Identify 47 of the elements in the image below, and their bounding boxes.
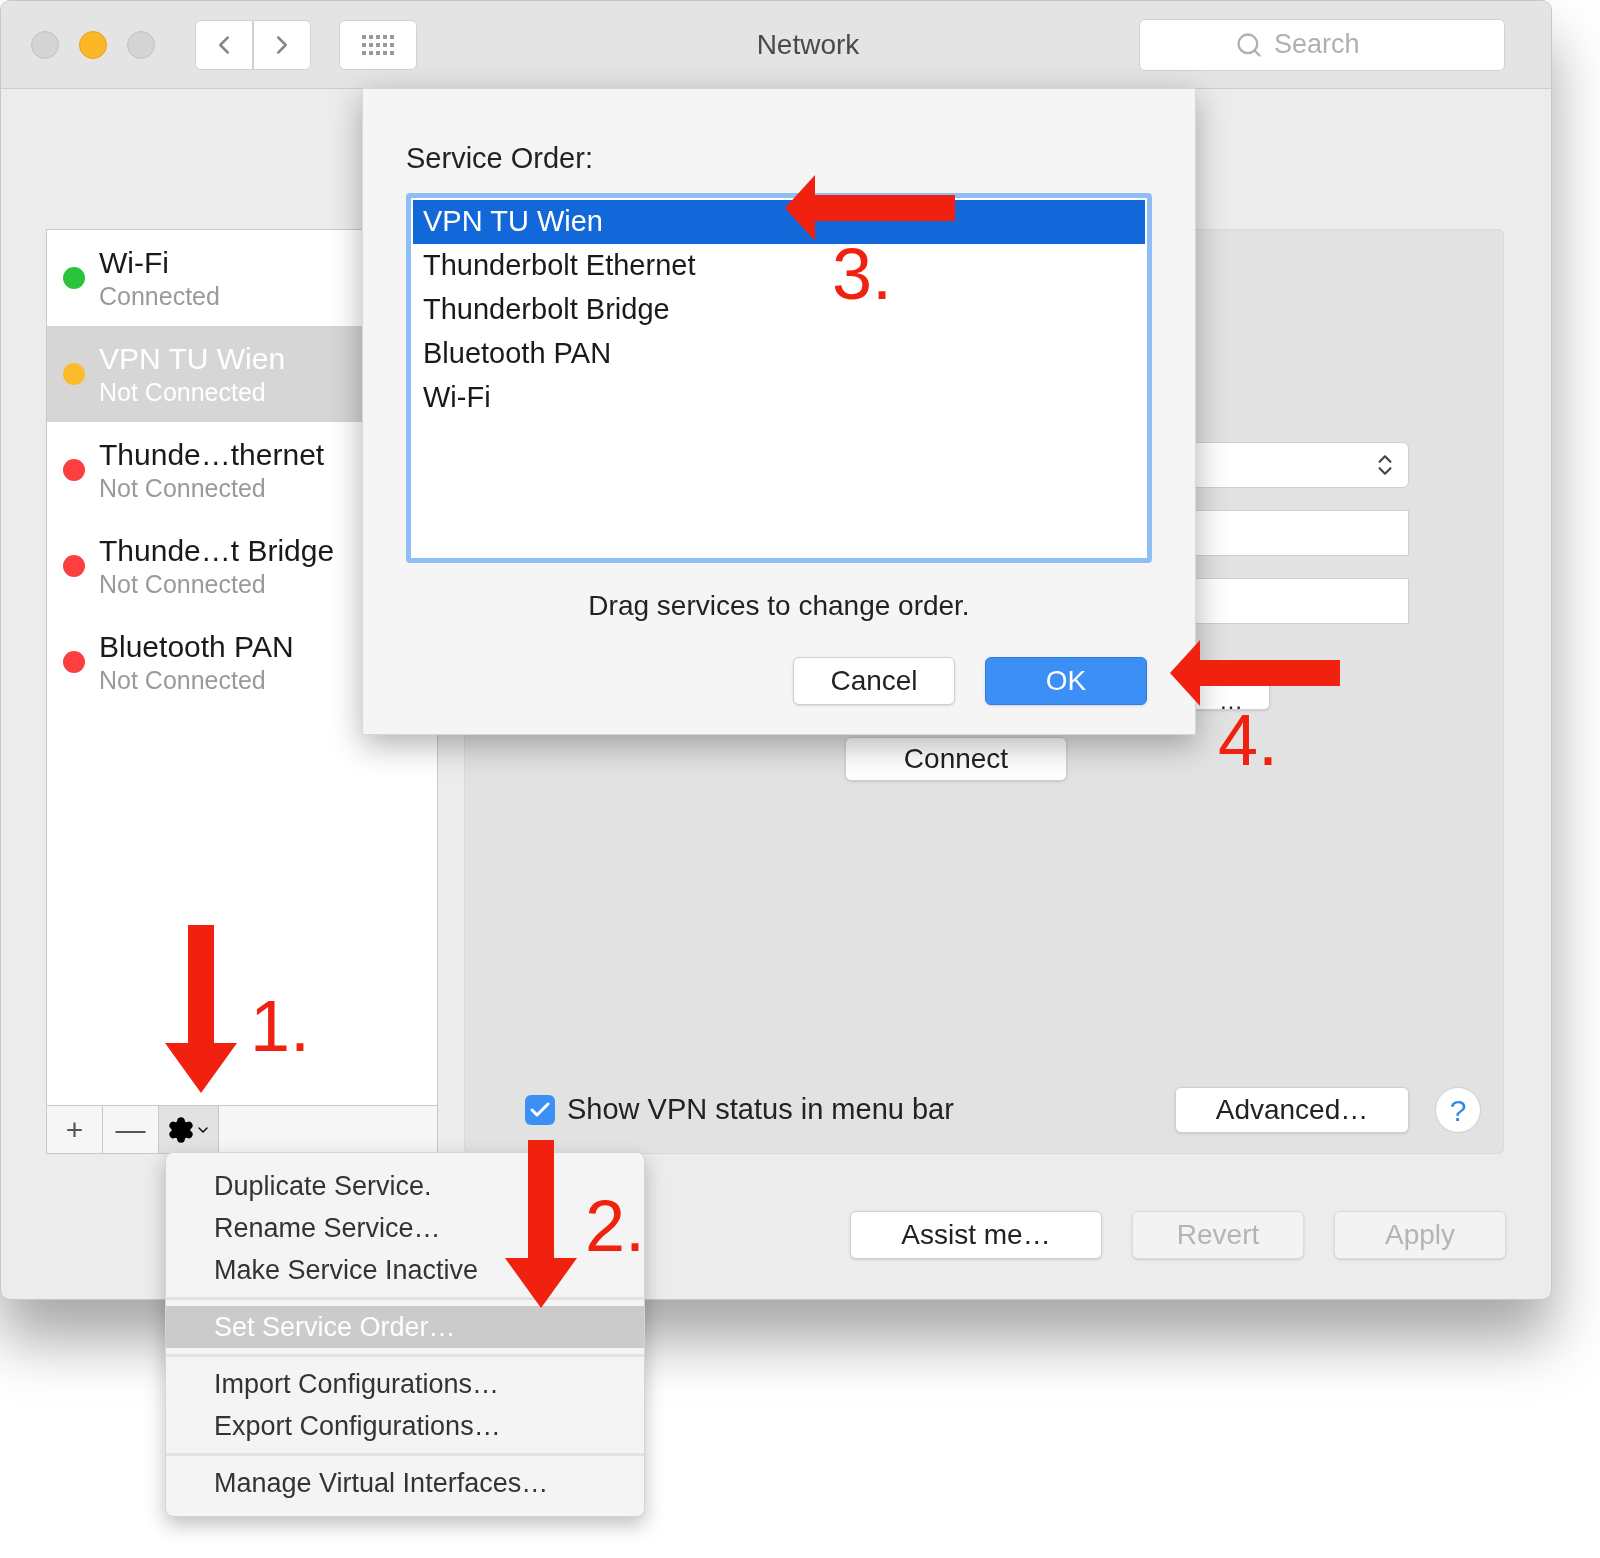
dialog-title: Service Order:: [406, 141, 594, 176]
service-status: Not Connected: [99, 569, 267, 599]
service-item[interactable]: Thunde…thernet Not Connected: [47, 422, 437, 518]
service-item[interactable]: Bluetooth PAN Not Connected: [47, 614, 437, 710]
zoom-icon[interactable]: [127, 30, 155, 59]
search-icon: [1235, 30, 1263, 59]
cancel-button[interactable]: Cancel: [793, 656, 955, 705]
down-arrow-icon: [505, 1140, 577, 1308]
window-title: Network: [756, 27, 860, 62]
step-number: 2.: [585, 1190, 646, 1262]
minimize-icon[interactable]: [79, 30, 107, 59]
service-item[interactable]: Thunde…t Bridge Not Connected: [47, 518, 437, 614]
checkbox-label: Show VPN status in menu bar: [567, 1092, 954, 1128]
menu-item[interactable]: Rename Service…: [166, 1207, 449, 1249]
service-name: Thunde…t Bridge: [99, 533, 335, 569]
left-arrow-icon: [785, 175, 955, 241]
menu-item[interactable]: Export Configurations…: [166, 1405, 509, 1447]
grid-icon: [361, 33, 395, 56]
add-button[interactable]: +: [47, 1106, 103, 1153]
service-status: Not Connected: [99, 473, 267, 503]
menu-item[interactable]: Import Configurations…: [166, 1363, 508, 1405]
left-arrow-icon: [1170, 640, 1340, 706]
service-status: Not Connected: [99, 665, 267, 695]
advanced-button[interactable]: Advanced…: [1175, 1087, 1409, 1133]
service-name: Wi-Fi: [99, 245, 170, 281]
down-arrow-icon: [165, 925, 237, 1093]
back-button[interactable]: [195, 19, 253, 70]
gear-icon: [166, 1115, 195, 1144]
forward-button[interactable]: [253, 19, 311, 70]
checkbox[interactable]: [525, 1095, 555, 1125]
step-number: 1.: [250, 990, 311, 1062]
service-name: Thunde…thernet: [99, 437, 325, 473]
help-button[interactable]: ?: [1435, 1087, 1481, 1133]
close-icon[interactable]: [31, 30, 59, 59]
service-order-item[interactable]: Thunderbolt Ethernet: [413, 243, 706, 288]
footer-button[interactable]: Assist me…: [850, 1211, 1102, 1259]
step-number: 4.: [1218, 712, 1279, 768]
menu-item[interactable]: Duplicate Service.: [166, 1165, 440, 1207]
dialog-hint: Drag services to change order.: [588, 588, 970, 623]
menu-item[interactable]: Make Service Inactive: [166, 1249, 487, 1291]
service-name: Bluetooth PAN: [99, 629, 294, 665]
grid-button[interactable]: [339, 19, 417, 70]
service-status: Connected: [99, 281, 220, 311]
search-field[interactable]: Search: [1139, 18, 1505, 71]
connect-button[interactable]: Connect: [845, 737, 1067, 781]
menu-item[interactable]: Manage Virtual Interfaces…: [166, 1462, 557, 1504]
gear-menu-button[interactable]: [159, 1106, 219, 1153]
